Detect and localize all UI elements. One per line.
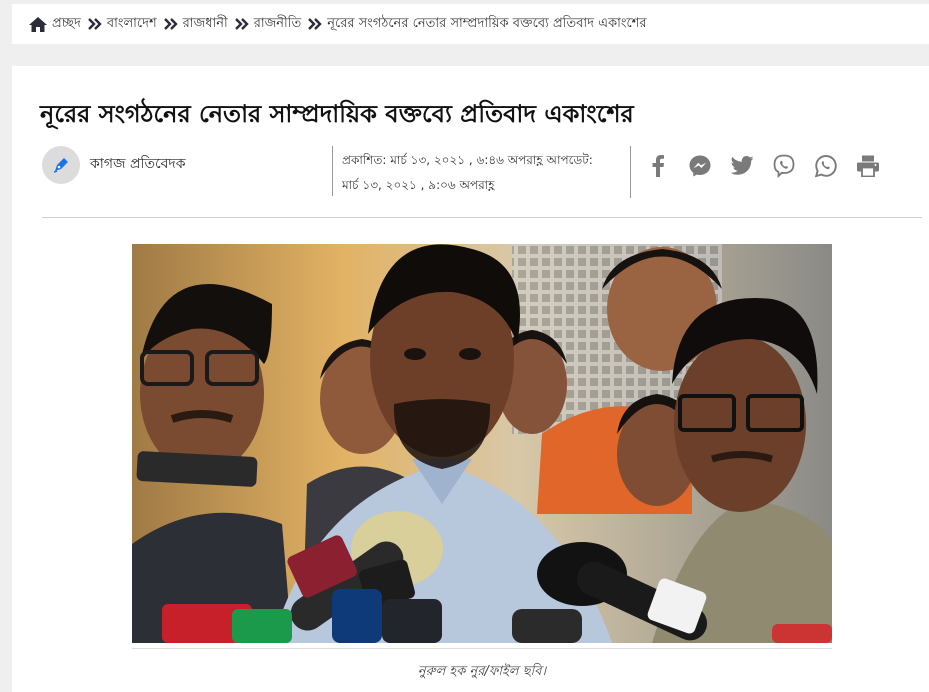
- messenger-icon[interactable]: [688, 154, 712, 178]
- caption-divider: [132, 648, 832, 649]
- chevron-right-icon: [87, 16, 102, 32]
- breadcrumb-bangladesh[interactable]: বাংলাদেশ: [107, 14, 157, 35]
- chevron-right-icon: [234, 16, 249, 32]
- divider: [332, 146, 333, 196]
- photo-caption: নুরুল হক নুর/ফাইল ছবি।: [417, 664, 547, 679]
- breadcrumb-capital[interactable]: রাজধানী: [183, 14, 228, 35]
- article-card: নূরের সংগঠনের নেতার সাম্প্রদায়িক বক্তব্…: [12, 66, 929, 692]
- chevron-right-icon: [308, 16, 322, 32]
- whatsapp-icon[interactable]: [814, 154, 838, 178]
- updated-date: মার্চ ১৩, ২০২১ , ৯:০৬ অপরাহ্ণ: [342, 178, 495, 192]
- divider: [630, 146, 631, 198]
- breadcrumb: প্রচ্ছদ বাংলাদেশ রাজধানী রাজনীতি নূরের স…: [12, 4, 929, 44]
- author-name[interactable]: কাগজ প্রতিবেদক: [90, 152, 186, 176]
- divider: [42, 217, 922, 218]
- publish-info: প্রকাশিত: মার্চ ১৩, ২০২১ , ৬:৪৬ অপরাহ্ণ …: [342, 148, 612, 198]
- print-icon[interactable]: [856, 154, 880, 178]
- chevron-right-icon: [163, 16, 178, 32]
- featured-photo: [132, 244, 832, 643]
- viber-icon[interactable]: [772, 154, 796, 178]
- article-title: নূরের সংগঠনের নেতার সাম্প্রদায়িক বক্তব্…: [40, 100, 634, 128]
- article-meta: কাগজ প্রতিবেদক প্রকাশিত: মার্চ ১৩, ২০২১ …: [42, 146, 922, 198]
- author-avatar: [42, 146, 80, 184]
- share-bar: [646, 154, 880, 178]
- twitter-icon[interactable]: [730, 154, 754, 178]
- breadcrumb-home[interactable]: প্রচ্ছদ: [52, 14, 81, 35]
- breadcrumb-politics[interactable]: রাজনীতি: [254, 14, 302, 35]
- home-icon[interactable]: [28, 15, 48, 33]
- published-date: প্রকাশিত: মার্চ ১৩, ২০২১ , ৬:৪৬ অপরাহ্ণ …: [342, 153, 593, 167]
- facebook-icon[interactable]: [646, 154, 670, 178]
- pen-icon: [53, 158, 68, 173]
- breadcrumb-current: নূরের সংগঠনের নেতার সাম্প্রদায়িক বক্তব্…: [327, 15, 647, 31]
